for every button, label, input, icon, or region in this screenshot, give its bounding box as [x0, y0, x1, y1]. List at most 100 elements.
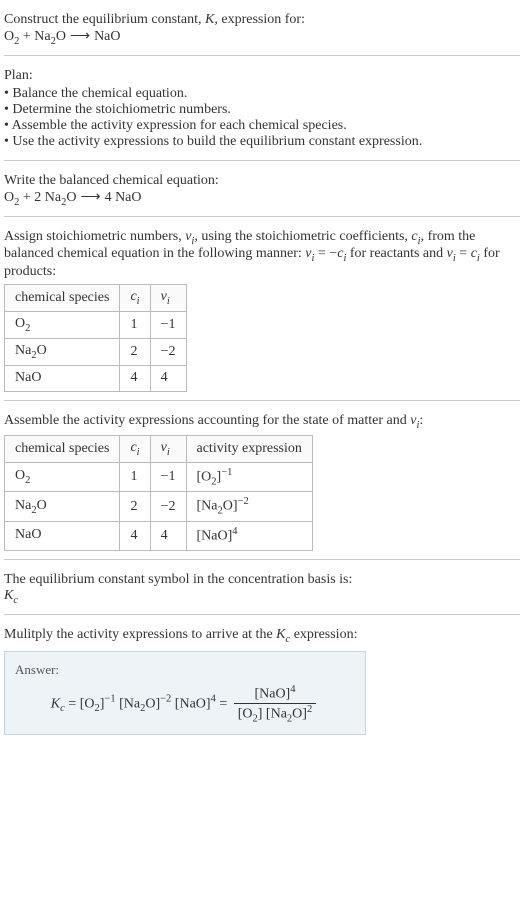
assign-text: Assign stoichiometric numbers, νi, using… — [4, 229, 520, 281]
act-t: [Na — [197, 499, 218, 514]
cell-species: NaO — [5, 521, 120, 550]
assign-t2: , using the stoichiometric coefficients, — [194, 229, 411, 244]
multiply-section: Mulitply the activity expressions to arr… — [4, 619, 520, 743]
ans-den: [O2] [Na2O]2 — [234, 704, 316, 724]
cell-activity: [Na2O]−2 — [186, 492, 312, 521]
balanced-heading: Write the balanced chemical equation: — [4, 173, 520, 189]
plan-item-3: Assemble the activity expression for eac… — [4, 118, 520, 134]
bal-plus: + 2 — [19, 190, 44, 205]
symbol-section: The equilibrium constant symbol in the c… — [4, 564, 520, 615]
asm-colon: : — [419, 413, 423, 428]
answer-expression: Kc = [O2]−1 [Na2O]−2 [NaO]4 = [NaO]4[O2]… — [15, 684, 355, 724]
cell-nui: −2 — [150, 492, 186, 521]
sp-tail: O — [37, 343, 47, 358]
plan-list: Balance the chemical equation. Determine… — [4, 86, 520, 150]
assign-t4: = − — [314, 246, 337, 261]
intro-section: Construct the equilibrium constant, K, e… — [4, 4, 520, 56]
sp-main: NaO — [15, 527, 41, 542]
cell-ci: 4 — [120, 521, 150, 550]
table-row: O2 1 −1 [O2]−1 — [5, 462, 313, 491]
act-sup: −2 — [238, 496, 249, 507]
plan-section: Plan: Balance the chemical equation. Det… — [4, 60, 520, 161]
intro-K: K — [205, 12, 214, 27]
th-ci: ci — [120, 285, 150, 312]
th-ci-i: i — [137, 447, 140, 458]
cell-species: NaO — [5, 365, 120, 392]
cell-ci: 2 — [120, 492, 150, 521]
cell-species: Na2O — [5, 338, 120, 365]
act-sup: 4 — [232, 526, 237, 537]
table-row: Na2O 2 −2 — [5, 338, 187, 365]
act-t: [NaO] — [197, 529, 233, 544]
th-nui-i: i — [167, 447, 170, 458]
intro-text-1: Construct the equilibrium constant, — [4, 12, 205, 27]
ans-num1sup: 4 — [290, 684, 295, 695]
answer-label: Answer: — [15, 662, 355, 678]
eq-Na-O: O — [56, 29, 66, 44]
th-nui: νi — [150, 436, 186, 463]
answer-box: Answer: Kc = [O2]−1 [Na2O]−2 [NaO]4 = [N… — [4, 651, 366, 735]
table-row: O2 1 −1 — [5, 311, 187, 338]
symbol-c: c — [13, 595, 18, 606]
symbol-text: The equilibrium constant symbol in the c… — [4, 572, 520, 588]
cell-activity: [O2]−1 — [186, 462, 312, 491]
act-t: [O — [197, 470, 212, 485]
act-close: O] — [223, 499, 238, 514]
ans-den2: [Na — [266, 706, 287, 721]
ans-K: K — [51, 696, 60, 711]
cell-ci: 4 — [120, 365, 150, 392]
sp-main: NaO — [15, 370, 41, 385]
th-species: chemical species — [5, 285, 120, 312]
th-nui: νi — [150, 285, 186, 312]
intro-text-2: , expression for: — [214, 12, 305, 27]
plan-heading: Plan: — [4, 68, 520, 84]
plan-item-4: Use the activity expressions to build th… — [4, 134, 520, 150]
activity-text: Assemble the activity expressions accoun… — [4, 413, 520, 431]
act-sup: −1 — [221, 467, 232, 478]
ans-t2close: O] — [145, 696, 160, 711]
assign-t5: for reactants and — [346, 246, 446, 261]
th-species: chemical species — [5, 436, 120, 463]
activity-section: Assemble the activity expressions accoun… — [4, 405, 520, 560]
table-row: NaO 4 4 — [5, 365, 187, 392]
multiply-K: K — [276, 627, 285, 642]
cell-ci: 1 — [120, 462, 150, 491]
cell-species: O2 — [5, 462, 120, 491]
ans-num1: [NaO] — [254, 687, 290, 702]
ans-t2sup: −2 — [160, 694, 171, 705]
ans-den2close: O] — [292, 706, 307, 721]
ans-t1sup: −1 — [104, 694, 115, 705]
eq-unbalanced: O2 + Na2O ⟶ NaO — [4, 29, 121, 44]
ans-den1close: ] — [258, 706, 266, 721]
cell-ci: 2 — [120, 338, 150, 365]
th-ci: ci — [120, 436, 150, 463]
sp-tail: O — [37, 498, 47, 513]
asm-t1: Assemble the activity expressions accoun… — [4, 413, 410, 428]
sp-sub: 2 — [25, 475, 30, 486]
plan-item-1: Balance the chemical equation. — [4, 86, 520, 102]
eq-arrow: ⟶ — [70, 28, 90, 45]
multiply-t2: expression: — [290, 627, 357, 642]
bal-O: O — [4, 190, 14, 205]
bal-arrow: ⟶ — [80, 189, 100, 206]
bal-Na: Na — [45, 190, 61, 205]
bal-NaO: NaO — [115, 190, 141, 205]
ans-num: [NaO]4 — [234, 684, 316, 704]
eq-plus: + — [19, 29, 34, 44]
th-nui-i: i — [167, 296, 170, 307]
cell-activity: [NaO]4 — [186, 521, 312, 550]
table-header-row: chemical species ci νi — [5, 285, 187, 312]
cell-ci: 1 — [120, 311, 150, 338]
ans-t3: [NaO] — [175, 696, 211, 711]
ans-den2sup: 2 — [307, 704, 312, 715]
sp-main: O — [15, 316, 25, 331]
cell-species: Na2O — [5, 492, 120, 521]
ans-den1: [O — [238, 706, 253, 721]
table-row: NaO 4 4 [NaO]4 — [5, 521, 313, 550]
eq-Na: Na — [34, 29, 50, 44]
ans-eq: = — [65, 696, 80, 711]
assign-t6: = — [456, 246, 471, 261]
bal-four: 4 — [105, 190, 116, 205]
multiply-t1: Mulitply the activity expressions to arr… — [4, 627, 276, 642]
table-row: Na2O 2 −2 [Na2O]−2 — [5, 492, 313, 521]
